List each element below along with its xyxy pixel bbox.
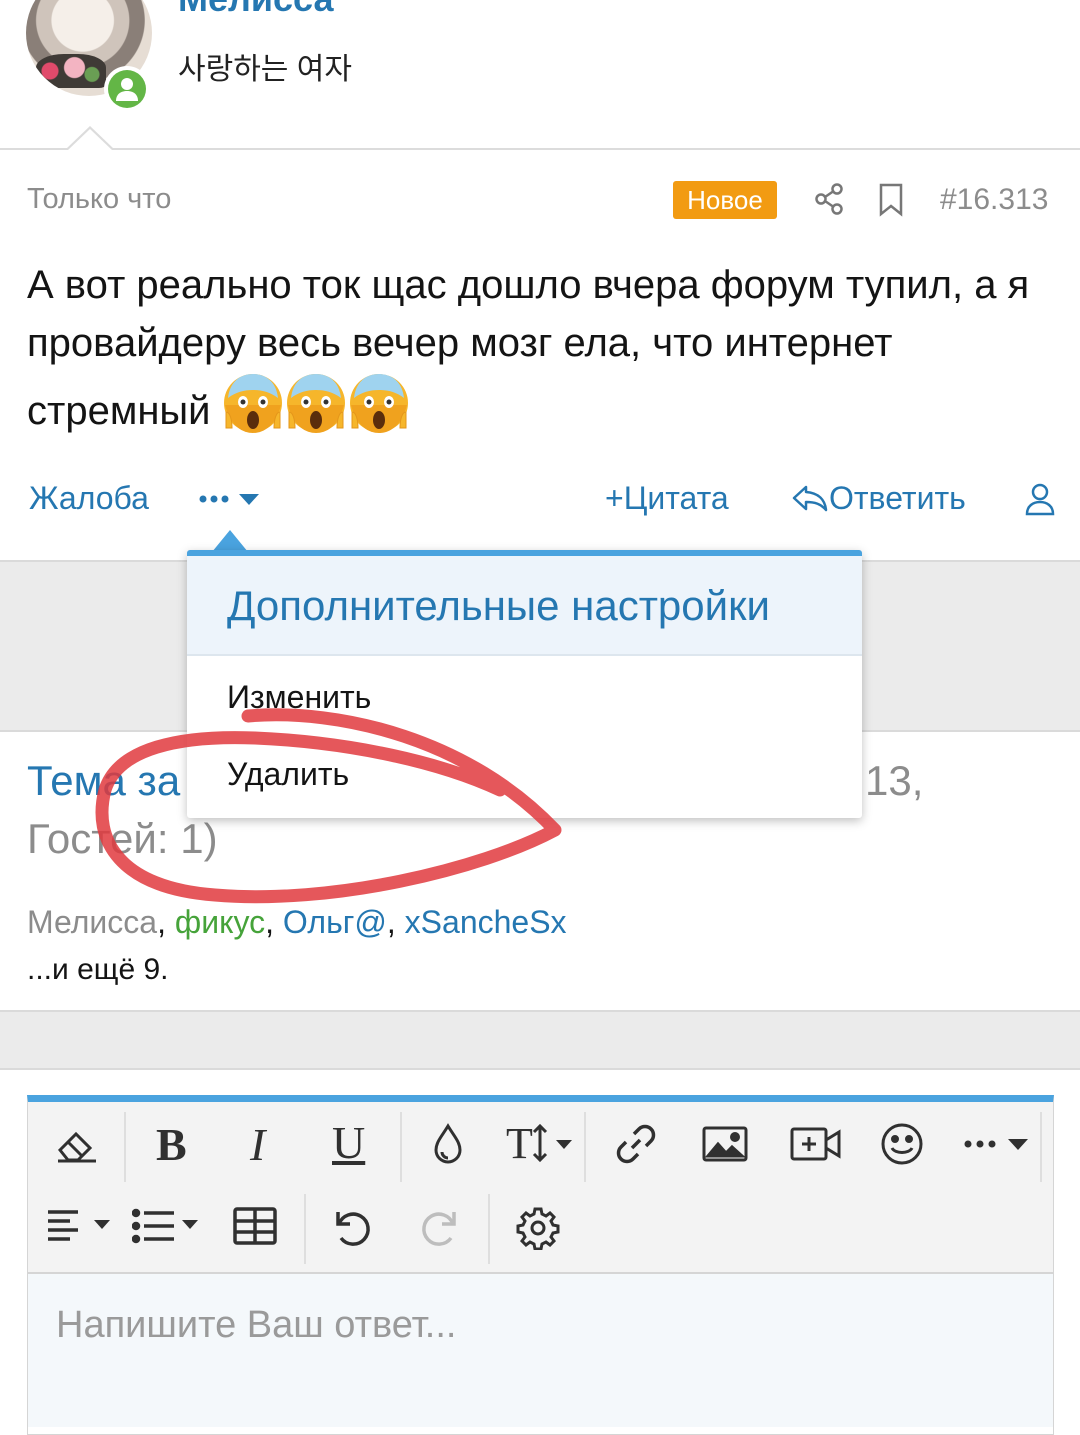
font-size-icon[interactable]: T xyxy=(506,1119,576,1171)
user-link[interactable]: Ольг@ xyxy=(283,904,387,940)
post-time[interactable]: Только что xyxy=(27,183,171,216)
avatar-image xyxy=(36,54,106,88)
share-icon[interactable] xyxy=(812,182,846,221)
bold-icon[interactable]: B xyxy=(156,1122,187,1168)
underline-icon[interactable]: U xyxy=(332,1120,365,1166)
list-icon[interactable] xyxy=(131,1208,204,1249)
settings-gear-icon[interactable] xyxy=(516,1206,560,1255)
quote-label: Цитата xyxy=(623,480,729,516)
section-separator xyxy=(0,1010,1080,1070)
user-link[interactable]: фикус xyxy=(175,904,265,940)
reply-placeholder: Напишите Ваш ответ... xyxy=(56,1304,457,1346)
bookmark-icon[interactable] xyxy=(877,182,905,223)
reading-title[interactable]: Тема за xyxy=(27,750,180,812)
username[interactable]: Мелисса xyxy=(178,0,334,20)
reading-users-list: Мелисса, фикус, Ольг@, xSancheSx xyxy=(27,904,567,940)
online-status-icon xyxy=(104,66,150,112)
post-number[interactable]: #16.313 xyxy=(940,183,1048,217)
menu-item-edit[interactable]: Изменить xyxy=(227,679,371,716)
reply-icon xyxy=(791,480,829,516)
more-options-icon[interactable] xyxy=(962,1132,1032,1161)
undo-icon[interactable] xyxy=(328,1204,374,1255)
user-icon[interactable] xyxy=(1024,482,1056,521)
link-icon[interactable] xyxy=(614,1122,658,1171)
user-title: 사랑하는 여자 xyxy=(178,53,352,86)
reply-button[interactable]: Ответить xyxy=(791,480,966,517)
text-color-icon[interactable] xyxy=(430,1122,466,1173)
image-icon[interactable] xyxy=(702,1126,748,1167)
redo-icon xyxy=(418,1204,464,1255)
reply-textarea[interactable] xyxy=(28,1274,1053,1427)
align-icon[interactable] xyxy=(46,1208,114,1249)
menu-pointer xyxy=(212,530,248,552)
svg-text:T: T xyxy=(506,1120,533,1166)
screaming-face-emoji-icon xyxy=(222,372,412,450)
reply-label: Ответить xyxy=(829,480,966,516)
new-badge: Новое xyxy=(673,181,777,219)
plus-icon: + xyxy=(605,480,624,516)
menu-header: Дополнительные настройки xyxy=(187,556,862,656)
table-icon[interactable] xyxy=(232,1206,278,1251)
divider xyxy=(0,148,1080,150)
menu-title: Дополнительные настройки xyxy=(227,582,770,629)
quote-button[interactable]: +Цитата xyxy=(605,480,729,517)
emoji-icon[interactable] xyxy=(880,1122,924,1171)
post-message: А вот реально ток щас дошло вчера форум … xyxy=(27,256,1057,450)
italic-icon[interactable]: I xyxy=(250,1122,265,1168)
more-users-text: ...и ещё 9. xyxy=(27,953,169,986)
more-options-menu: Дополнительные настройки Изменить Удалит… xyxy=(187,550,862,818)
post-message-text: А вот реально ток щас дошло вчера форум … xyxy=(27,263,1030,433)
more-actions-button[interactable] xyxy=(196,486,262,517)
report-link[interactable]: Жалоба xyxy=(29,480,149,517)
user-link[interactable]: Мелисса xyxy=(27,904,157,940)
user-link[interactable]: xSancheSx xyxy=(405,904,567,940)
video-icon[interactable] xyxy=(790,1126,842,1167)
editor-toolbar: B I U T xyxy=(28,1102,1053,1274)
reading-count: 13, xyxy=(865,757,924,804)
menu-item-delete[interactable]: Удалить xyxy=(227,756,349,793)
eraser-icon[interactable] xyxy=(54,1124,100,1169)
